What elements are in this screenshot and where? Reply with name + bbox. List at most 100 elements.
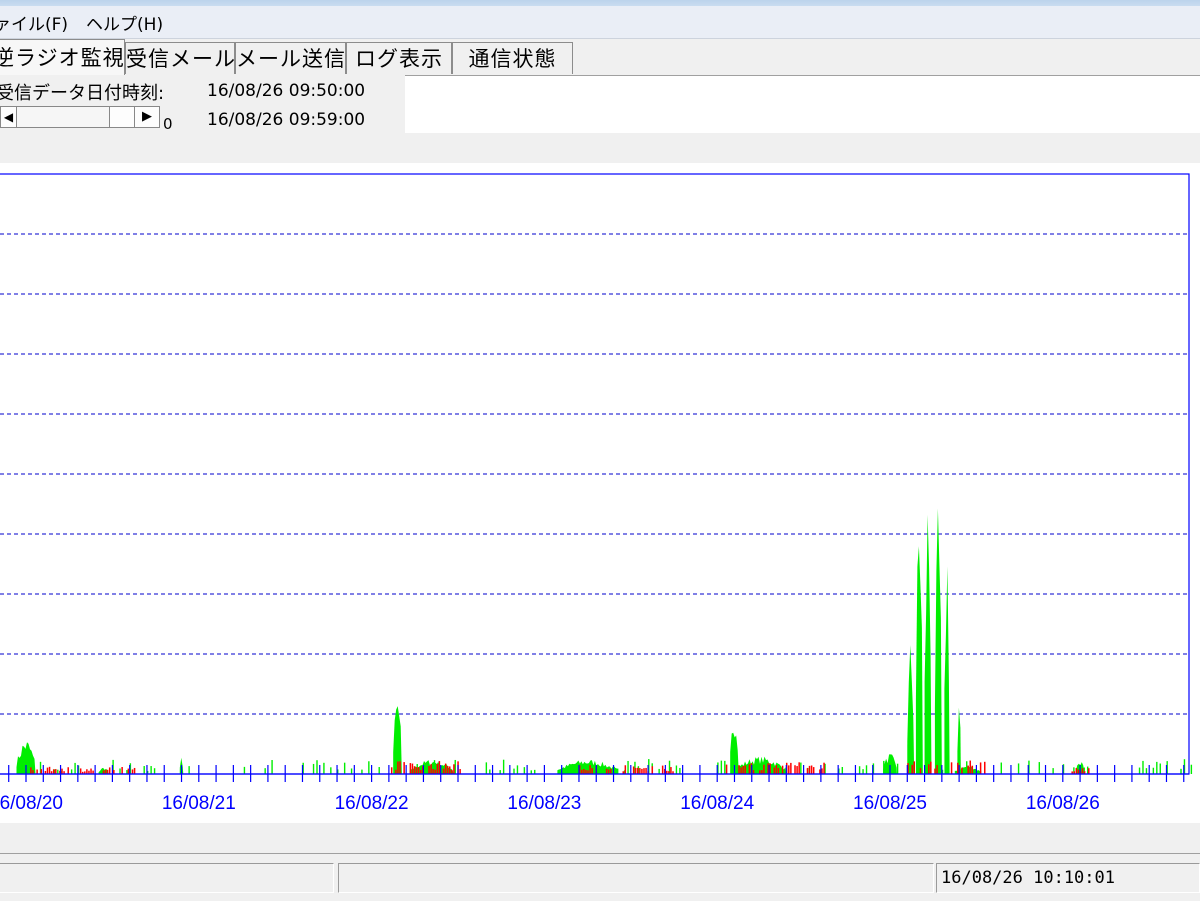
green-noise-bar [886,767,888,774]
menu-file[interactable]: ァイル(F) [0,10,76,35]
green-noise-bar [616,768,619,774]
green-noise-bar [862,769,864,774]
red-bar-3 [810,765,813,774]
red-bar-2 [651,766,654,774]
tab-comm-status[interactable]: 通信状態 [452,42,573,74]
red-bar-0 [52,769,55,774]
red-bar-4 [961,767,963,774]
red-bar-2 [624,765,627,774]
status-bar: 16/08/26 10:10:01 [0,853,1200,901]
activity-chart: 16/08/20 16/08/21 16/08/22 16/08/23 16/08/24… [0,163,1200,823]
red-bar-3 [748,764,751,774]
green-noise-bar [896,763,899,774]
red-bar-3 [763,764,765,774]
red-bar-4 [934,768,936,774]
x-tick-label: 16/08/21 [162,793,236,814]
green-noise-bar [188,766,190,774]
red-bar-0 [36,769,38,774]
green-noise-bar [74,762,76,774]
red-bar-3 [777,767,780,774]
red-bar-5 [1077,769,1080,774]
green-noise-bar [1190,764,1193,774]
red-bar-1 [403,762,405,774]
red-bar-1 [446,766,449,774]
menu-help[interactable]: ヘルプ(H) [86,10,171,35]
scroll-thumb[interactable] [109,107,135,127]
green-noise-bar [627,760,629,774]
green-noise-bar [1038,762,1041,774]
x-tick-label: 16/08/22 [335,793,409,814]
red-bar-1 [399,761,401,774]
red-bar-4 [928,764,930,774]
red-bar-2 [661,765,664,774]
green-noise-bar [1052,768,1054,774]
red-bar-2 [634,767,637,774]
red-bar-2 [583,768,585,774]
green-noise-bar [368,761,370,774]
red-bar-3 [798,762,800,774]
red-bar-1 [395,769,397,774]
green-noise-bar [800,762,802,774]
red-bar-1 [409,763,412,774]
green-noise-bar [1138,767,1141,774]
green-noise-bar [271,760,273,774]
time-scrollbar[interactable]: ◀ ▶ [0,106,160,128]
red-bar-4 [967,765,969,774]
red-bar-3 [781,765,784,774]
tab-log-view[interactable]: ログ表示 [346,42,452,74]
scroll-right-arrow-icon[interactable]: ▶ [135,107,159,127]
green-noise-bar [343,762,346,774]
red-bar-1 [451,769,453,774]
red-bar-0 [55,769,57,774]
received-data-panel: 受信データ日付時刻: 16/08/26 09:50:00 ◀ ▶ 0 16/08… [0,75,405,133]
scroll-left-arrow-icon[interactable]: ◀ [1,107,17,127]
green-noise-bar [841,766,844,774]
time-to-value: 16/08/26 09:59:00 [207,110,366,130]
red-bar-1 [430,764,432,774]
green-noise-bar [316,760,318,774]
red-bar-4 [957,762,959,774]
status-clock: 16/08/26 10:10:01 [936,863,1200,893]
red-bar-4 [911,764,913,774]
red-bar-0 [61,768,63,774]
received-data-datetime-label: 受信データ日付時刻: [0,83,165,104]
red-bar-1 [390,767,393,774]
tab-received-mail[interactable]: 受信メール [125,42,235,74]
red-bar-0 [46,767,49,774]
red-bar-2 [589,765,591,774]
red-bar-1 [453,764,455,774]
green-noise-bar [312,763,315,774]
red-bar-5 [1088,768,1090,774]
red-bar-3 [773,767,776,774]
green-noise-bar [1156,761,1158,774]
red-bar-0 [127,768,130,774]
green-noise-bar [378,767,380,774]
chart-area: 16/08/20 16/08/21 16/08/22 16/08/23 16/08/24… [0,133,1200,853]
red-bar-4 [950,762,953,774]
red-bar-0 [106,769,109,774]
green-noise-bar [361,769,363,774]
x-tick-label: 16/08/23 [507,793,581,814]
red-bar-2 [643,768,645,774]
red-bar-3 [823,762,825,774]
tab-strip: 逆ラジオ監視 受信メール メール送信 ログ表示 通信状態 [0,39,1200,76]
red-bar-4 [913,761,916,774]
green-noise-bar [502,759,505,774]
green-noise-bar [534,769,536,774]
red-bar-3 [790,762,792,774]
red-bar-1 [432,768,434,774]
red-bar-3 [740,767,742,774]
x-tick-label: 16/08/24 [680,793,754,814]
green-noise-bar [485,762,488,774]
red-bar-0 [30,767,32,774]
green-noise-bar [865,765,868,774]
red-bar-4 [984,761,986,774]
red-bar-5 [1081,768,1084,774]
tab-send-mail[interactable]: メール送信 [235,42,346,74]
green-noise-bar [883,760,885,774]
red-bar-2 [610,768,612,774]
green-noise-bar [938,759,940,774]
tab-radio-monitor[interactable]: 逆ラジオ監視 [0,39,125,75]
green-noise-bar [70,769,73,774]
red-bar-2 [632,766,635,774]
